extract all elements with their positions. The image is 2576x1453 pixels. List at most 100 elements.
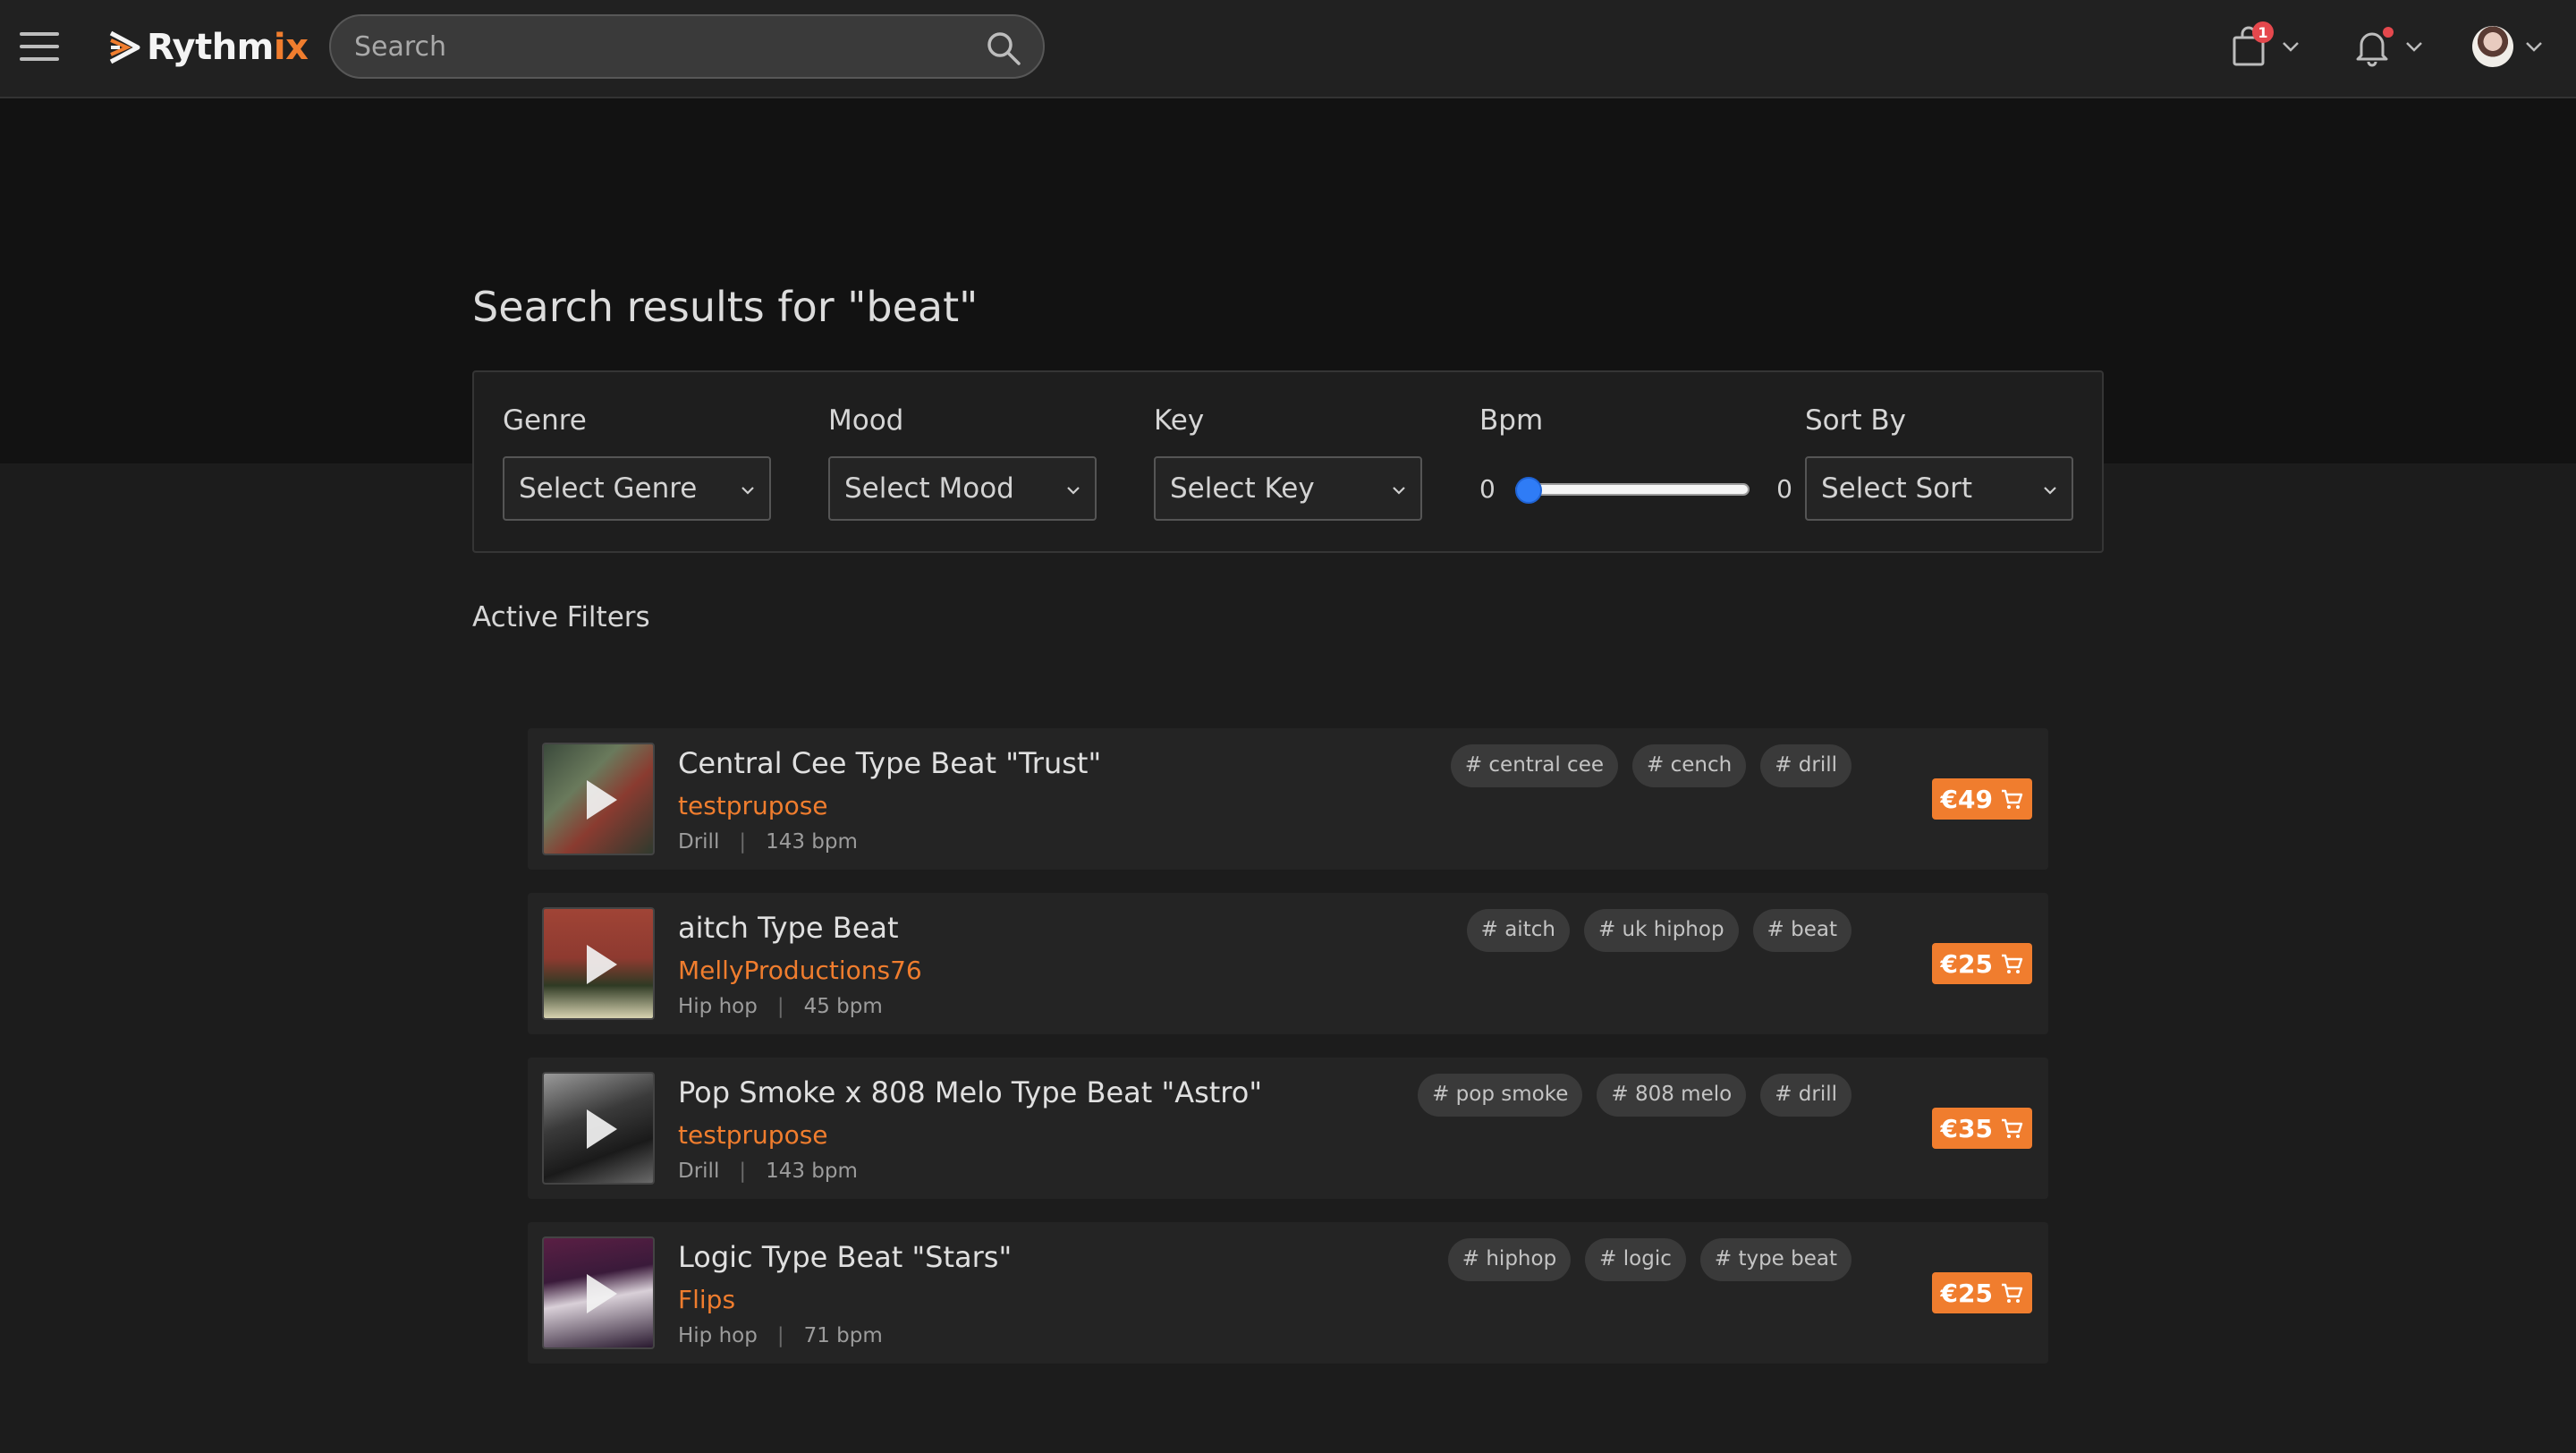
bpm-slider-thumb[interactable] [1515, 477, 1542, 504]
chevron-down-icon [1067, 487, 1080, 495]
tag-chip[interactable]: # uk hiphop [1583, 909, 1739, 952]
tag-list: # aitch # uk hiphop # beat [1453, 909, 1852, 952]
chevron-down-icon [1393, 487, 1405, 495]
key-filter: Key Select Key [1154, 404, 1422, 521]
beat-meta: Hip hop | 71 bpm [678, 1324, 883, 1347]
add-to-cart-button[interactable]: €49 [1931, 778, 2032, 820]
results-list: Central Cee Type Beat "Trust" testprupos… [528, 728, 2048, 1387]
logo[interactable]: Rythmix [107, 25, 309, 70]
tag-chip[interactable]: # beat [1752, 909, 1852, 952]
beat-genre: Hip hop [678, 1324, 758, 1347]
mood-filter: Mood Select Mood [828, 404, 1097, 521]
beat-producer-link[interactable]: testprupose [678, 1120, 828, 1150]
mood-select-value: Select Mood [844, 472, 1014, 505]
play-icon[interactable] [583, 1108, 619, 1151]
beat-row[interactable]: Central Cee Type Beat "Trust" testprupos… [528, 728, 2048, 870]
search-bar [329, 14, 1045, 79]
beat-thumbnail[interactable] [542, 1236, 655, 1349]
beat-thumbnail[interactable] [542, 1072, 655, 1185]
beat-genre: Drill [678, 830, 720, 854]
notification-dot [2383, 27, 2394, 38]
tag-chip[interactable]: # hiphop [1447, 1238, 1572, 1281]
tag-chip[interactable]: # drill [1760, 1074, 1852, 1117]
play-icon[interactable] [583, 943, 619, 986]
search-input[interactable] [354, 25, 945, 68]
beat-row[interactable]: Logic Type Beat "Stars" Flips Hip hop | … [528, 1222, 2048, 1364]
bpm-label: Bpm [1479, 404, 1544, 437]
play-icon[interactable] [583, 778, 619, 821]
cart-count-badge: 1 [2252, 21, 2274, 43]
play-icon[interactable] [583, 1272, 619, 1315]
notifications-menu[interactable] [2351, 20, 2424, 73]
beat-bpm: 143 bpm [766, 1160, 858, 1183]
beat-title[interactable]: aitch Type Beat [678, 911, 899, 945]
meta-separator: | [739, 1160, 747, 1183]
chevron-down-icon [741, 487, 754, 495]
cart-icon [2002, 1283, 2023, 1303]
beat-meta: Drill | 143 bpm [678, 1160, 858, 1183]
bpm-max-value: 0 [1776, 474, 1792, 504]
beat-producer-link[interactable]: MellyProductions76 [678, 956, 922, 985]
hamburger-icon[interactable] [20, 32, 59, 63]
tag-list: # pop smoke # 808 melo # drill [1403, 1074, 1852, 1117]
key-select-value: Select Key [1170, 472, 1315, 505]
beat-bpm: 71 bpm [803, 1324, 883, 1347]
beat-thumbnail[interactable] [542, 743, 655, 855]
active-filters-heading: Active Filters [472, 601, 650, 633]
top-navbar: Rythmix 1 [0, 0, 2576, 98]
avatar [2472, 26, 2513, 67]
beat-title[interactable]: Pop Smoke x 808 Melo Type Beat "Astro" [678, 1075, 1262, 1109]
tag-chip[interactable]: # cench [1632, 744, 1747, 787]
logo-mark-icon [109, 30, 140, 64]
genre-select[interactable]: Select Genre [503, 456, 771, 521]
cart-menu[interactable]: 1 [2227, 20, 2301, 73]
chevron-down-icon [2044, 487, 2056, 495]
chevron-down-icon [2526, 42, 2542, 52]
sort-label: Sort By [1805, 404, 1907, 437]
beat-row[interactable]: aitch Type Beat MellyProductions76 Hip h… [528, 893, 2048, 1034]
genre-label: Genre [503, 404, 587, 437]
meta-separator: | [739, 830, 747, 854]
beat-title[interactable]: Central Cee Type Beat "Trust" [678, 746, 1101, 780]
key-label: Key [1154, 404, 1205, 437]
tag-chip[interactable]: # central cee [1450, 744, 1618, 787]
logo-text: Rythmix [147, 27, 309, 68]
key-select[interactable]: Select Key [1154, 456, 1422, 521]
tag-chip[interactable]: # 808 melo [1597, 1074, 1747, 1117]
genre-select-value: Select Genre [519, 472, 698, 505]
beat-thumbnail[interactable] [542, 907, 655, 1020]
sort-filter: Sort By Select Sort [1805, 404, 2073, 521]
tag-chip[interactable]: # type beat [1699, 1238, 1852, 1281]
sort-select-value: Select Sort [1821, 472, 1973, 505]
add-to-cart-button[interactable]: €35 [1931, 1108, 2032, 1149]
tag-list: # hiphop # logic # type beat [1434, 1238, 1852, 1281]
beat-genre: Hip hop [678, 995, 758, 1018]
add-to-cart-button[interactable]: €25 [1931, 1272, 2032, 1313]
add-to-cart-button[interactable]: €25 [1931, 943, 2032, 984]
beat-meta: Hip hop | 45 bpm [678, 995, 883, 1018]
chevron-down-icon [2406, 42, 2422, 52]
tag-chip[interactable]: # pop smoke [1418, 1074, 1583, 1117]
tag-chip[interactable]: # aitch [1466, 909, 1570, 952]
cart-icon [2002, 789, 2023, 809]
tag-chip[interactable]: # drill [1760, 744, 1852, 787]
beat-producer-link[interactable]: Flips [678, 1285, 735, 1314]
beat-title[interactable]: Logic Type Beat "Stars" [678, 1240, 1012, 1274]
meta-separator: | [776, 995, 784, 1018]
beat-meta: Drill | 143 bpm [678, 830, 858, 854]
cart-icon [2002, 1118, 2023, 1138]
bpm-slider-track[interactable] [1515, 483, 1750, 496]
mood-select[interactable]: Select Mood [828, 456, 1097, 521]
mood-label: Mood [828, 404, 904, 437]
bpm-range: 0 0 [1479, 456, 1792, 521]
price-label: €25 [1940, 1278, 1993, 1308]
bpm-min-value: 0 [1479, 474, 1496, 504]
tag-chip[interactable]: # logic [1585, 1238, 1686, 1281]
beat-bpm: 143 bpm [766, 830, 858, 854]
beat-row[interactable]: Pop Smoke x 808 Melo Type Beat "Astro" t… [528, 1058, 2048, 1199]
search-icon[interactable] [986, 30, 1021, 66]
user-menu[interactable] [2472, 20, 2544, 73]
sort-select[interactable]: Select Sort [1805, 456, 2073, 521]
beat-genre: Drill [678, 1160, 720, 1183]
beat-producer-link[interactable]: testprupose [678, 791, 828, 820]
